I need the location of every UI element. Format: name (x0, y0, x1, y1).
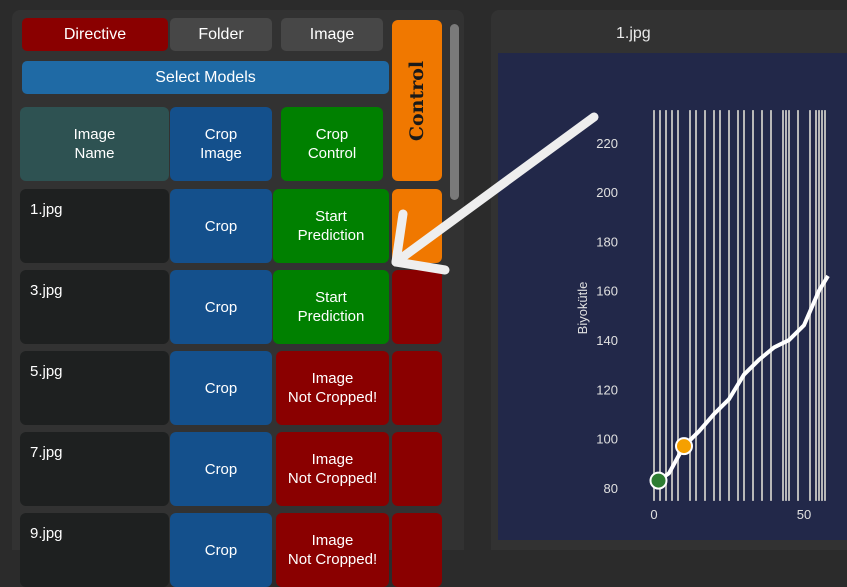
row-crop-button[interactable]: Crop (170, 432, 272, 506)
header-crop-image: Crop Image (170, 107, 272, 181)
row-control-button[interactable] (392, 513, 442, 587)
image-button[interactable]: Image (281, 18, 383, 51)
y-tick-label: 220 (596, 136, 618, 151)
row-image-name: 1.jpg (20, 189, 169, 263)
data-point-marker (649, 471, 668, 490)
data-point-marker (675, 437, 693, 456)
row-crop-button[interactable]: Crop (170, 513, 272, 587)
row-control-button[interactable] (392, 432, 442, 506)
y-tick-label: 80 (604, 481, 618, 496)
folder-button[interactable]: Folder (170, 18, 272, 51)
y-tick-label: 200 (596, 185, 618, 200)
header-image-name: Image Name (20, 107, 169, 181)
row-not-cropped-status: Image Not Cropped! (276, 351, 389, 425)
chart-area: 80 100 120 140 160 180 200 220 0 50 Biyokütle (498, 53, 847, 540)
row-image-name: 3.jpg (20, 270, 169, 344)
x-tick-label: 50 (797, 507, 811, 522)
row-image-name: 9.jpg (20, 513, 169, 587)
row-crop-button[interactable]: Crop (170, 270, 272, 344)
y-tick-label: 120 (596, 382, 618, 397)
row-image-name: 5.jpg (20, 351, 169, 425)
select-models-button[interactable]: Select Models (22, 61, 389, 94)
row-control-button[interactable] (392, 189, 442, 263)
header-crop-control: Crop Control (281, 107, 383, 181)
control-label: Control (406, 60, 429, 141)
row-crop-button[interactable]: Crop (170, 189, 272, 263)
row-not-cropped-status: Image Not Cropped! (276, 513, 389, 587)
y-tick-label: 160 (596, 284, 618, 299)
row-control-button[interactable] (392, 351, 442, 425)
list-scrollbar[interactable] (450, 24, 459, 200)
row-control-button[interactable] (392, 270, 442, 344)
y-tick-label: 100 (596, 432, 618, 447)
y-tick-label: 140 (596, 333, 618, 348)
viewer-title: 1.jpg (616, 25, 651, 42)
directive-button[interactable]: Directive (22, 18, 168, 51)
y-tick-label: 180 (596, 234, 618, 249)
row-image-name: 7.jpg (20, 432, 169, 506)
y-axis-label: Biyokütle (575, 282, 590, 335)
x-tick-label: 0 (650, 507, 657, 522)
row-start-prediction-button[interactable]: Start Prediction (273, 270, 389, 344)
row-crop-button[interactable]: Crop (170, 351, 272, 425)
row-start-prediction-button[interactable]: Start Prediction (273, 189, 389, 263)
control-button[interactable]: Control (392, 20, 442, 181)
biomass-chart: 80 100 120 140 160 180 200 220 0 50 Biyokütle (575, 110, 830, 522)
row-not-cropped-status: Image Not Cropped! (276, 432, 389, 506)
